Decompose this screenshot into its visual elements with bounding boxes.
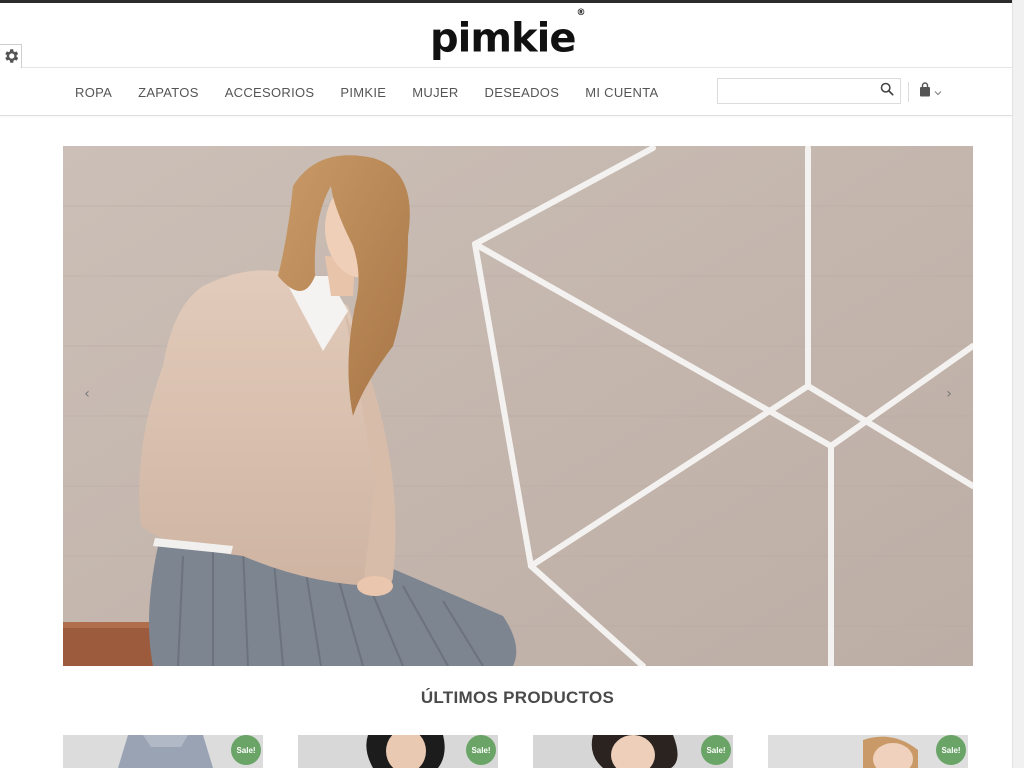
- chevron-down-icon: [934, 83, 942, 101]
- sale-badge: Sale!: [466, 735, 496, 765]
- section-title-latest-products: ÚLTIMOS PRODUCTOS: [420, 688, 615, 707]
- main-menu: ROPA ZAPATOS ACCESORIOS PIMKIE MUJER DES…: [62, 68, 671, 116]
- cart-button[interactable]: [919, 82, 949, 102]
- gear-icon: [2, 47, 20, 70]
- logo-registered-mark: ®: [576, 8, 585, 18]
- search-input[interactable]: [718, 79, 876, 103]
- pimkie-logo[interactable]: pimkie®: [430, 8, 585, 62]
- sale-badge: Sale!: [936, 735, 966, 765]
- logo-text: pimkie: [430, 15, 576, 62]
- nav-item-pimkie[interactable]: PIMKIE: [327, 85, 399, 100]
- product-card[interactable]: Sale!: [63, 735, 263, 768]
- nav-divider: [908, 82, 909, 102]
- nav-item-mujer[interactable]: MUJER: [399, 85, 471, 100]
- page-scrollbar[interactable]: [1012, 0, 1024, 768]
- product-card[interactable]: Sale!: [298, 735, 498, 768]
- search-box: [717, 78, 901, 104]
- main-nav-bar: ROPA ZAPATOS ACCESORIOS PIMKIE MUJER DES…: [0, 68, 1012, 116]
- chevron-left-icon[interactable]: ‹: [81, 386, 93, 402]
- hero-image: [63, 146, 973, 666]
- nav-item-mi-cuenta[interactable]: MI CUENTA: [572, 85, 671, 100]
- header-logo-bar: pimkie®: [0, 3, 1012, 68]
- search-icon: [880, 82, 894, 101]
- search-button[interactable]: [878, 82, 896, 100]
- product-grid: Sale! Sale! Sale! Sale!: [63, 735, 973, 768]
- nav-item-deseados[interactable]: DESEADOS: [472, 85, 573, 100]
- nav-item-ropa[interactable]: ROPA: [62, 85, 125, 100]
- chevron-right-icon[interactable]: ›: [943, 386, 955, 402]
- product-card[interactable]: Sale!: [533, 735, 733, 768]
- shopping-bag-icon: [919, 82, 931, 102]
- product-card[interactable]: Sale!: [768, 735, 968, 768]
- hero-slider[interactable]: ‹ ›: [63, 146, 973, 666]
- nav-item-accesorios[interactable]: ACCESORIOS: [212, 85, 328, 100]
- sale-badge: Sale!: [701, 735, 731, 765]
- nav-item-zapatos[interactable]: ZAPATOS: [125, 85, 212, 100]
- sale-badge: Sale!: [231, 735, 261, 765]
